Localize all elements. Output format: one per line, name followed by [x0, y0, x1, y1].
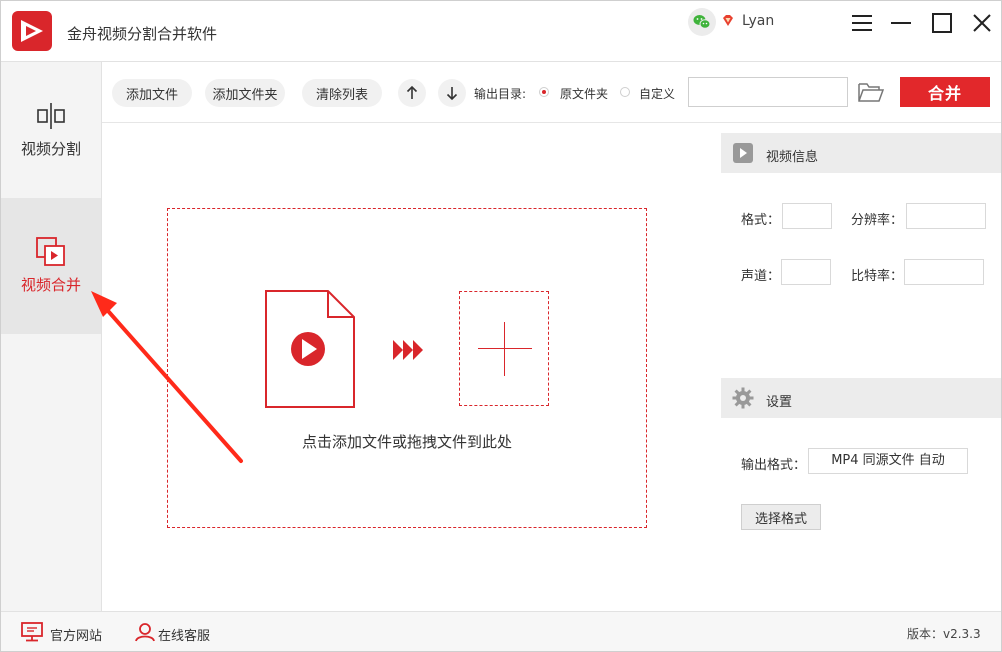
radio-source-folder[interactable] [539, 87, 549, 97]
settings-header: 设置 [721, 378, 1001, 418]
bitrate-value-box [904, 259, 984, 285]
radio-custom-label[interactable]: 自定义 [639, 85, 675, 102]
output-format-value: MP4 同源文件 自动 [808, 448, 968, 474]
output-format-label: 输出格式： [741, 454, 806, 473]
format-value-box [782, 203, 832, 229]
add-folder-button[interactable]: 添加文件夹 [205, 79, 285, 107]
video-info-icon [732, 142, 754, 164]
close-icon[interactable] [968, 9, 996, 37]
vip-diamond-icon [721, 14, 735, 28]
app-title: 金舟视频分割合并软件 [67, 23, 217, 44]
file-drop-zone[interactable]: 点击添加文件或拖拽文件到此处 [167, 208, 647, 528]
online-support-link[interactable]: 在线客服 [158, 625, 210, 644]
arrow-down-icon [438, 79, 466, 107]
toolbar: 添加文件 添加文件夹 清除列表 输出目录: 原文件夹 自定义 合并 [102, 62, 1001, 123]
split-icon [35, 100, 67, 132]
resolution-value-box [906, 203, 986, 229]
sidebar-item-split[interactable]: 视频分割 [1, 62, 101, 198]
add-file-button[interactable]: 添加文件 [112, 79, 192, 107]
video-info-title: 视频信息 [766, 146, 818, 165]
video-file-icon [264, 289, 356, 409]
maximize-icon[interactable] [928, 9, 956, 37]
minimize-icon[interactable] [887, 9, 915, 37]
move-down-button[interactable] [438, 79, 466, 107]
channel-label: 声道： [741, 265, 780, 284]
sidebar-item-merge[interactable]: 视频合并 [1, 198, 101, 334]
sidebar-item-label: 视频分割 [1, 138, 101, 159]
channel-value-box [781, 259, 831, 285]
arrow-up-icon [398, 79, 426, 107]
user-support-icon[interactable] [134, 622, 156, 642]
title-bar: 金舟视频分割合并软件 Lyan [1, 1, 1001, 62]
video-info-header: 视频信息 [721, 133, 1001, 173]
triple-arrow-icon [392, 339, 426, 361]
app-window: 金舟视频分割合并软件 Lyan [0, 0, 1002, 652]
merge-button[interactable]: 合并 [900, 77, 990, 107]
move-up-button[interactable] [398, 79, 426, 107]
choose-format-button[interactable]: 选择格式 [741, 504, 821, 530]
right-panel: 视频信息 格式： 分辨率： 声道： 比特率： [721, 123, 1001, 611]
version-label: 版本：v2.3.3 [907, 625, 981, 642]
bitrate-label: 比特率： [851, 265, 903, 284]
wechat-icon[interactable] [688, 8, 716, 36]
app-logo-icon [12, 11, 52, 51]
sidebar-item-label: 视频合并 [1, 274, 101, 295]
sidebar: 视频分割 视频合并 [1, 62, 102, 611]
clear-list-button[interactable]: 清除列表 [302, 79, 382, 107]
radio-custom-folder[interactable] [620, 87, 630, 97]
merge-icon [35, 236, 67, 268]
monitor-icon[interactable] [21, 622, 43, 642]
username[interactable]: Lyan [742, 13, 774, 29]
format-label: 格式： [741, 209, 780, 228]
output-dir-label: 输出目录: [474, 85, 526, 102]
gear-icon [732, 387, 754, 409]
footer: 官方网站 在线客服 版本：v2.3.3 [1, 611, 1001, 651]
output-path-input[interactable] [688, 77, 848, 107]
open-folder-icon[interactable] [857, 79, 885, 105]
radio-source-label[interactable]: 原文件夹 [560, 85, 608, 102]
resolution-label: 分辨率： [851, 209, 903, 228]
settings-title: 设置 [766, 391, 792, 410]
drop-hint-text: 点击添加文件或拖拽文件到此处 [168, 431, 646, 452]
official-site-link[interactable]: 官方网站 [50, 625, 102, 644]
menu-icon[interactable] [848, 9, 876, 37]
add-file-plus-icon[interactable] [459, 291, 549, 406]
